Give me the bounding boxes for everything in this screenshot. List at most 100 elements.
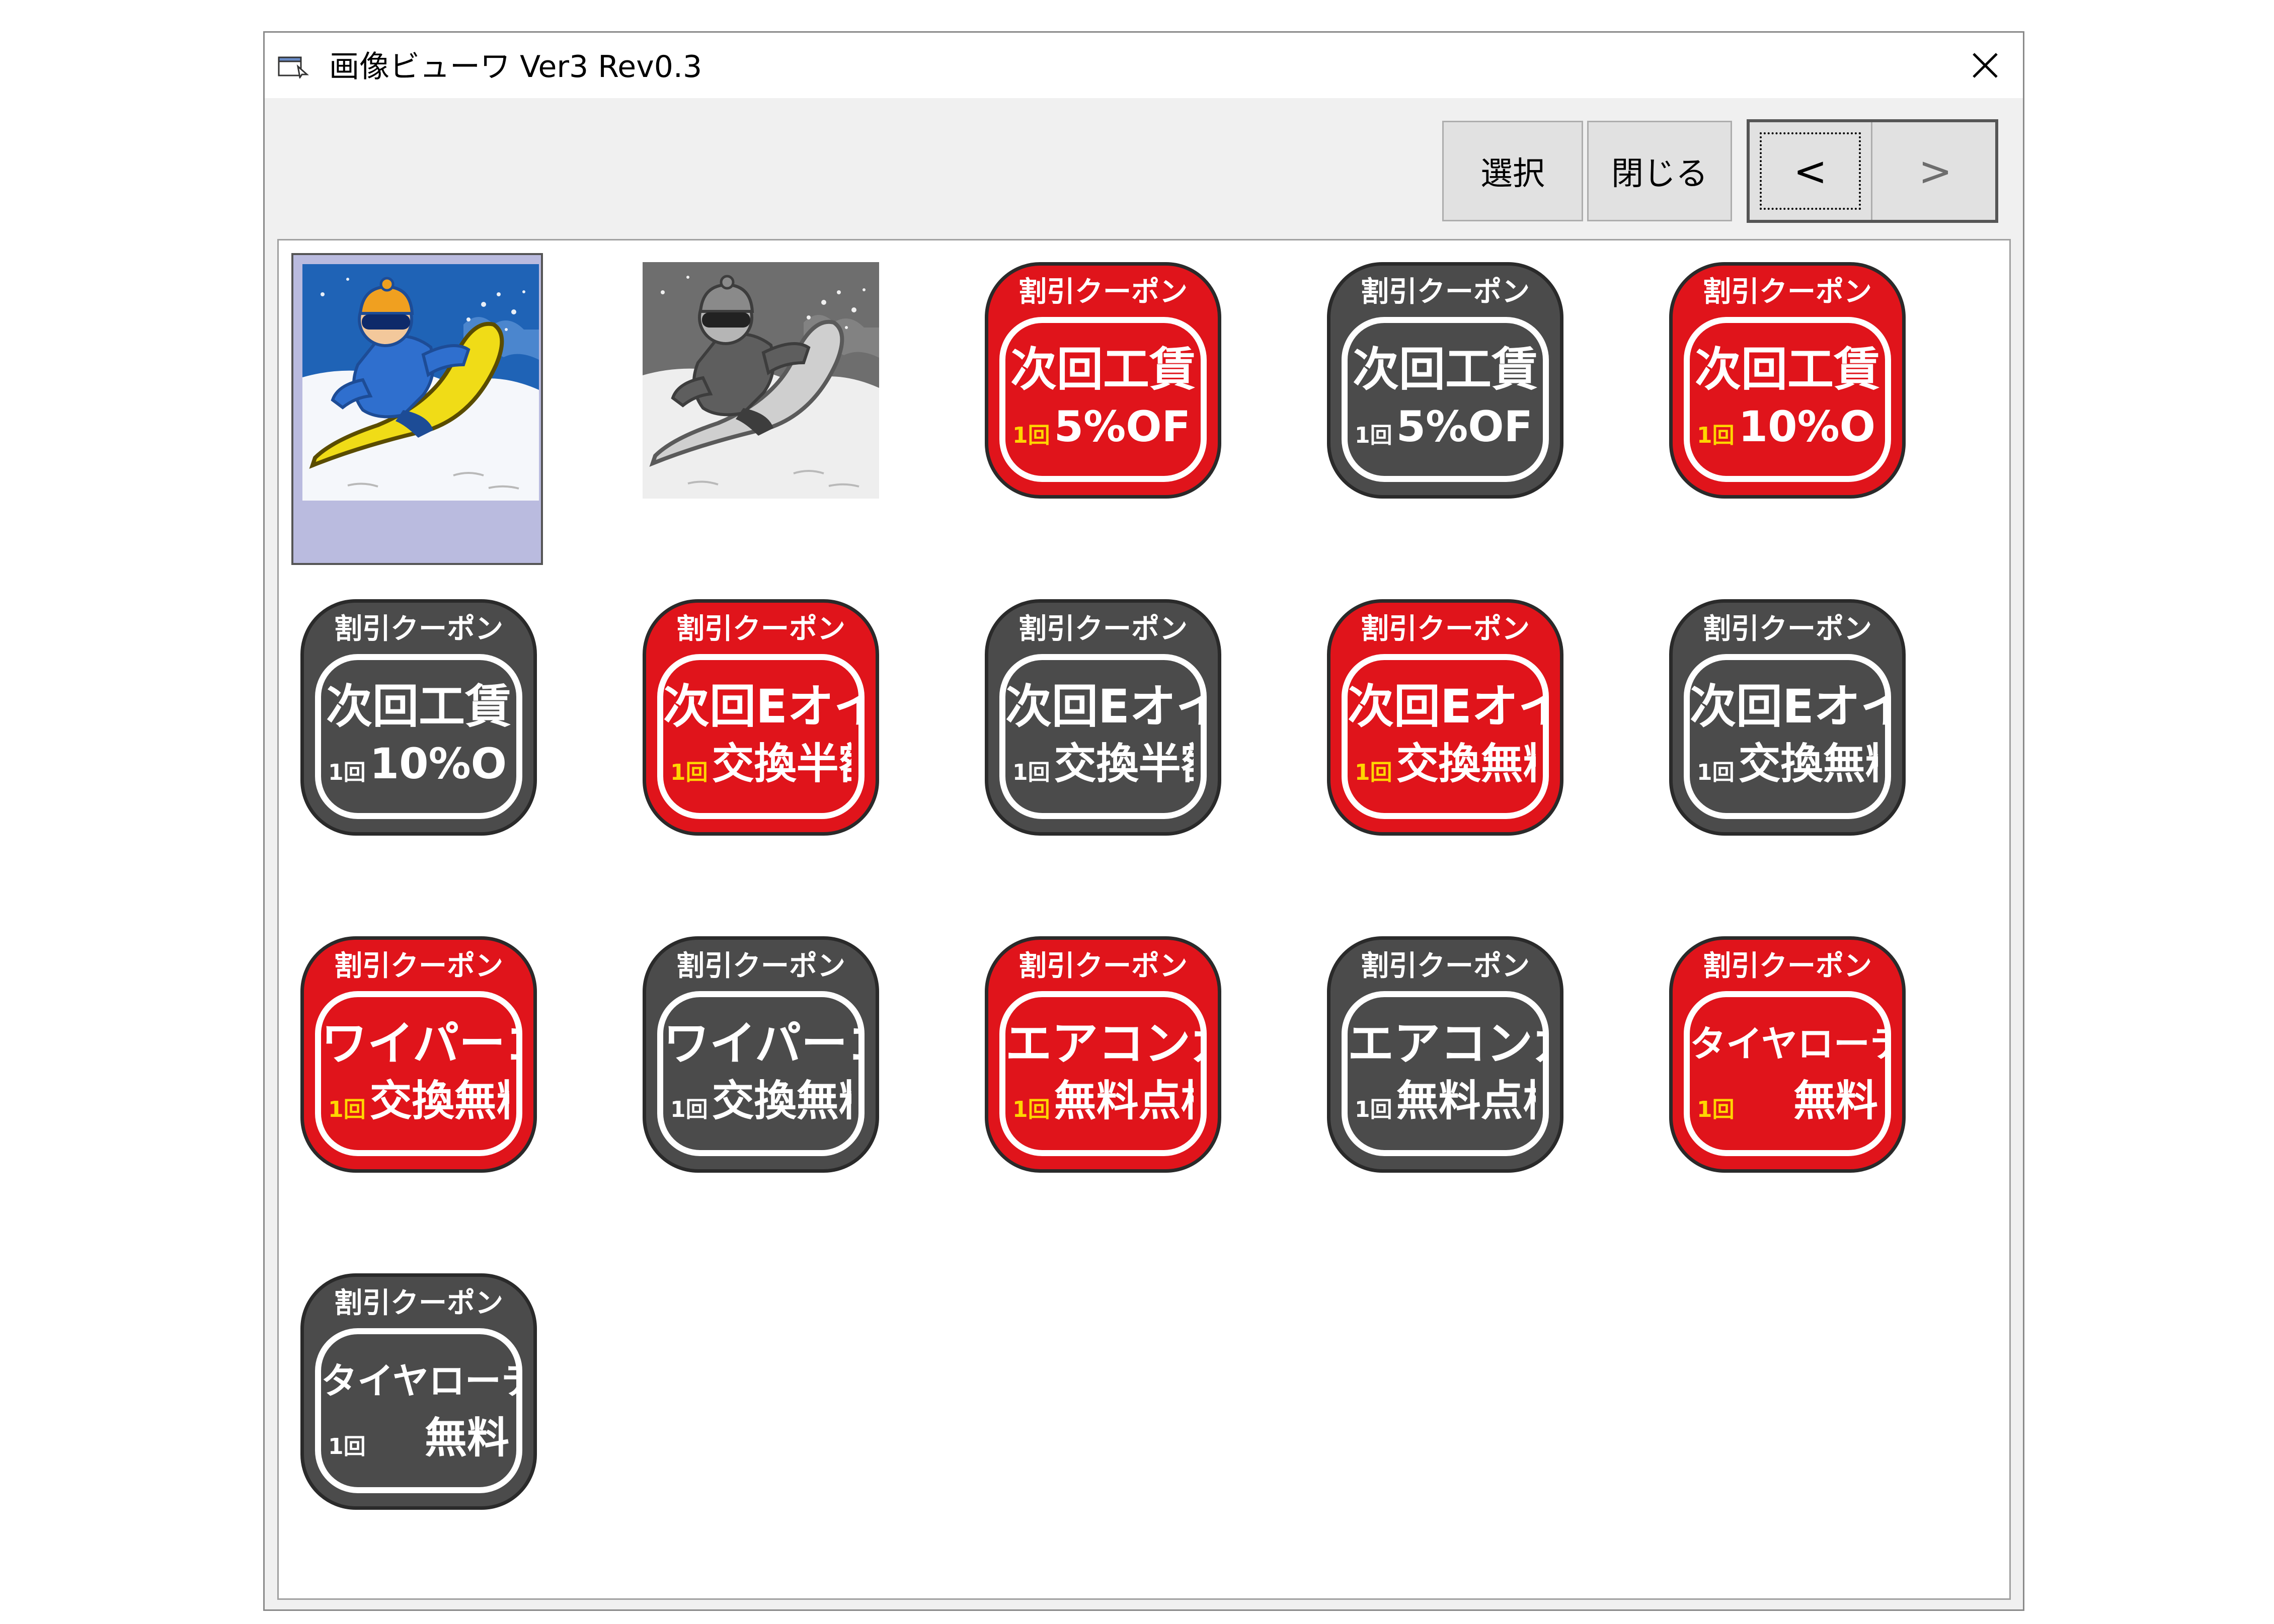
coupon-offer: 1回10%OFF [328,740,509,788]
coupon-usage-limit: 1回 [670,760,708,785]
coupon-usage-limit: 1回 [1697,423,1735,448]
coupon-image: 割引クーポンタイヤローテーション 1回 無料 [300,1273,537,1510]
coupon-frame: 次回Eオイル 1回交換半額 [999,654,1207,819]
coupon-header: 割引クーポン [1703,276,1872,308]
coupon-benefit: 交換無料 [1738,740,1878,788]
coupon-offer: 1回交換無料 [1697,740,1878,788]
thumbnail-gallery: 割引クーポン次回工賃1回5%OFF割引クーポン次回工賃1回5%OFF割引クーポン… [277,239,2011,1600]
coupon-frame: 次回Eオイル 1回交換無料 [1342,654,1549,819]
coupon-service: 次回工賃 [1010,343,1196,396]
thumbnail-coupon-red[interactable]: 割引クーポン次回Eオイル 1回交換半額 [634,590,885,902]
coupon-service: 次回Eオイル [1005,680,1201,734]
select-button[interactable]: 選択 [1442,121,1583,221]
coupon-frame: 次回工賃 1回10%OFF [315,654,522,819]
coupon-offer: 1回5%OFF [1355,402,1536,451]
coupon-benefit: 無料点検 [1396,1077,1536,1125]
coupon-usage-limit: 1回 [328,760,366,785]
next-page-button[interactable]: > [1874,122,1997,220]
coupon-header: 割引クーポン [1703,613,1872,645]
coupon-offer: 1回交換半額 [1012,740,1194,788]
coupon-frame: エアコンガス 1回無料点検 [999,991,1207,1156]
coupon-offer: 1回 無料 [1697,1077,1878,1125]
coupon-header: 割引クーポン [334,613,503,645]
snowboarder-image [643,262,879,499]
coupon-image: 割引クーポン次回工賃 1回10%OFF [1669,262,1906,499]
coupon-header: 割引クーポン [1361,276,1530,308]
close-button[interactable]: 閉じる [1587,121,1732,221]
thumbnail-coupon-gray[interactable]: 割引クーポン次回工賃 1回5%OFF [1318,253,1570,565]
focus-rectangle [1760,132,1861,210]
thumbnail-coupon-gray[interactable]: 割引クーポンエアコンガス 1回無料点検 [1318,927,1570,1239]
thumbnail-coupon-red[interactable]: 割引クーポンエアコンガス 1回無料点検 [976,927,1227,1239]
coupon-usage-limit: 1回 [1012,423,1050,448]
thumbnail-snowboarder-grayscale[interactable] [634,253,885,565]
coupon-frame: ワイパーゴム 1回交換無料 [315,991,522,1156]
app-window-icon [278,56,309,78]
coupon-header: 割引クーポン [1361,613,1530,645]
coupon-benefit: 無料 [1793,1077,1878,1125]
coupon-benefit: 無料 [424,1414,509,1462]
coupon-frame: 次回工賃 1回5%OFF [1342,317,1549,482]
snowboarder-image [302,264,539,501]
coupon-image: 割引クーポンワイパーゴム 1回交換無料 [300,936,537,1173]
coupon-header: 割引クーポン [1361,950,1530,983]
coupon-benefit: 交換半額 [712,740,851,788]
coupon-benefit: 交換無料 [369,1077,509,1125]
thumbnail-snowboarder-color[interactable] [291,253,543,565]
coupon-service: エアコンガス [1348,1017,1543,1071]
window-close-icon[interactable] [1968,48,2003,83]
coupon-header: 割引クーポン [1018,276,1188,308]
coupon-image: 割引クーポンエアコンガス 1回無料点検 [1327,936,1563,1173]
coupon-frame: タイヤローテーション 1回 無料 [315,1328,522,1493]
chevron-right-icon: > [1918,147,1952,195]
coupon-benefit: 交換無料 [1396,740,1536,788]
coupon-usage-limit: 1回 [670,1097,708,1122]
coupon-image: 割引クーポンタイヤローテーション 1回 無料 [1669,936,1906,1173]
coupon-offer: 1回交換無料 [328,1077,509,1125]
coupon-frame: 次回工賃 1回5%OFF [999,317,1207,482]
coupon-offer: 1回交換無料 [1355,740,1536,788]
thumbnail-coupon-gray[interactable]: 割引クーポン次回Eオイル 1回交換半額 [976,590,1227,902]
title-bar: 画像ビューワ Ver3 Rev0.3 [265,33,2023,98]
coupon-image: 割引クーポン次回Eオイル 1回交換無料 [1327,599,1563,836]
coupon-offer: 1回無料点検 [1012,1077,1194,1125]
thumbnail-coupon-gray[interactable]: 割引クーポン次回Eオイル 1回交換無料 [1660,590,1912,902]
coupon-header: 割引クーポン [1703,950,1872,983]
coupon-frame: 次回Eオイル 1回交換半額 [657,654,865,819]
coupon-usage-limit: 1回 [1355,1097,1392,1122]
thumbnail-coupon-gray[interactable]: 割引クーポンタイヤローテーション 1回 無料 [291,1264,543,1576]
thumbnail-coupon-red[interactable]: 割引クーポン次回Eオイル 1回交換無料 [1318,590,1570,902]
coupon-header: 割引クーポン [676,950,845,983]
thumbnail-coupon-gray[interactable]: 割引クーポン次回工賃 1回10%OFF [291,590,543,902]
coupon-usage-limit: 1回 [1012,1097,1050,1122]
coupon-frame: 次回Eオイル 1回交換無料 [1684,654,1891,819]
image-viewer-window: 画像ビューワ Ver3 Rev0.3 選択 閉じる < > 割引クーポン 次回工… [263,31,2024,1611]
thumbnail-coupon-red[interactable]: 割引クーポン次回工賃 1回5%OFF [976,253,1227,565]
coupon-usage-limit: 1回 [1355,423,1392,448]
coupon-offer: 1回交換無料 [670,1077,851,1125]
coupon-usage-limit: 1回 [328,1434,366,1459]
coupon-header: 割引クーポン [676,613,845,645]
coupon-benefit: 10%OFF [1738,402,1878,451]
coupon-usage-limit: 1回 [1697,1097,1735,1122]
thumbnail-coupon-red[interactable]: 割引クーポンワイパーゴム 1回交換無料 [291,927,543,1239]
coupon-frame: タイヤローテーション 1回 無料 [1684,991,1891,1156]
coupon-offer: 1回無料点検 [1355,1077,1536,1125]
coupon-image: 割引クーポン次回Eオイル 1回交換無料 [1669,599,1906,836]
coupon-frame: 次回工賃 1回10%OFF [1684,317,1891,482]
thumbnail-coupon-red[interactable]: 割引クーポン次回工賃 1回10%OFF [1660,253,1912,565]
thumbnail-coupon-gray[interactable]: 割引クーポンワイパーゴム 1回交換無料 [634,927,885,1239]
coupon-offer: 1回 無料 [328,1414,509,1462]
coupon-image: 割引クーポン次回Eオイル 1回交換半額 [643,599,879,836]
coupon-benefit: 交換半額 [1054,740,1194,788]
thumbnail-coupon-red[interactable]: 割引クーポンタイヤローテーション 1回 無料 [1660,927,1912,1239]
coupon-usage-limit: 1回 [328,1097,366,1122]
coupon-image: 割引クーポンワイパーゴム 1回交換無料 [643,936,879,1173]
previous-page-button[interactable]: < [1750,122,1872,220]
coupon-usage-limit: 1回 [1355,760,1392,785]
coupon-service: エアコンガス [1005,1017,1201,1071]
coupon-service: 次回工賃 [326,680,511,734]
coupon-header: 割引クーポン [1018,950,1188,983]
coupon-image: 割引クーポンエアコンガス 1回無料点検 [985,936,1221,1173]
coupon-header: 割引クーポン [1018,613,1188,645]
